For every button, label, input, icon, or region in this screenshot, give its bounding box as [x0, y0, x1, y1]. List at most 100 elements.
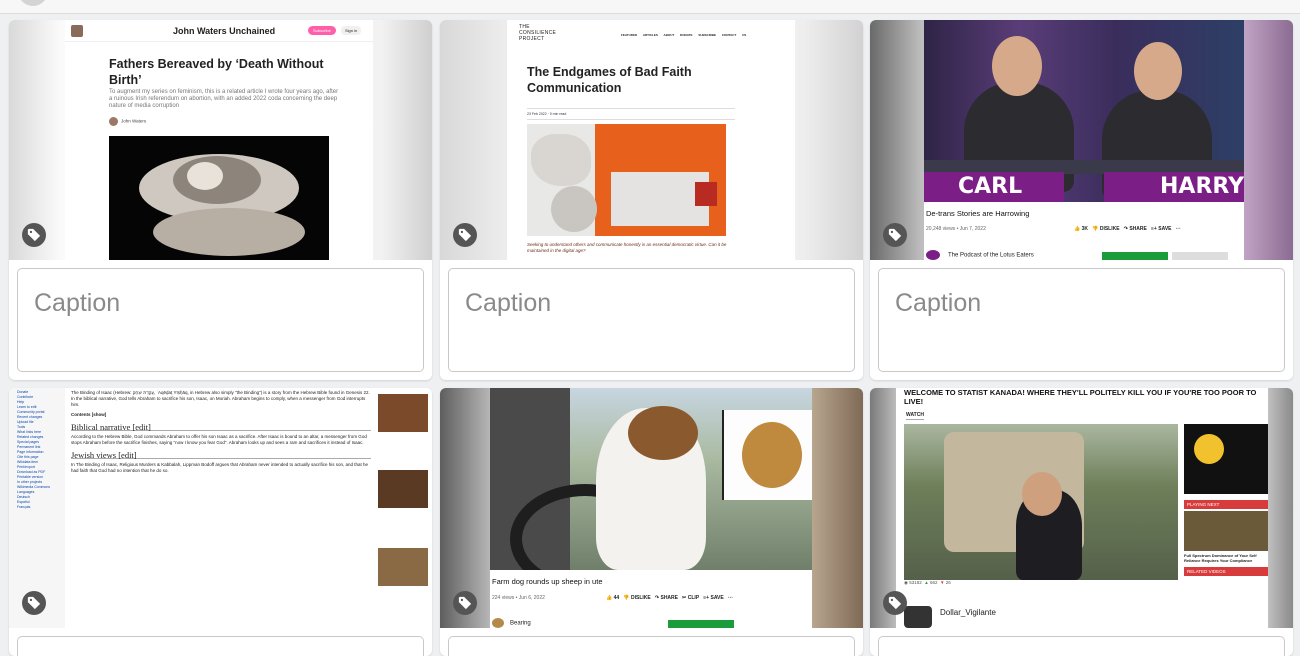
clip-icon: ✂ — [682, 595, 687, 601]
wiki-paragraph: According to the Hebrew Bible, God comma… — [71, 434, 367, 445]
channel-name: The Podcast of the Lotus Eaters — [926, 250, 1034, 260]
more-icon: ⋯ — [1175, 226, 1181, 232]
channel-avatar — [492, 618, 504, 628]
image-thumbnail[interactable]: CARL HARRY De-trans Stories are Harrowin… — [870, 20, 1293, 260]
watch-tab: WATCH — [906, 412, 924, 420]
bear-cartoon — [722, 410, 812, 500]
article-subtitle: To augment my series on feminism, this i… — [109, 89, 339, 109]
channel-ad — [1184, 424, 1268, 494]
video-player: CARL HARRY — [924, 20, 1244, 202]
tag-icon[interactable] — [22, 591, 46, 615]
host-nameplate-right: HARRY — [1104, 172, 1244, 202]
caption-field[interactable] — [878, 636, 1285, 656]
subscribed-button — [1172, 252, 1228, 260]
article-image — [109, 136, 329, 260]
caption-placeholder: Caption — [465, 289, 552, 317]
wiki-intro: The Binding of Isaac (Hebrew: עֲקֵדַת יִ… — [71, 390, 370, 407]
video-player — [490, 388, 812, 570]
channel-info: Dollar_Vigilante — [904, 602, 1178, 628]
image-thumbnail[interactable]: Donate Contribute Help Learn to edit Communi… — [9, 388, 432, 628]
dislike-icon: 👎 — [623, 595, 630, 601]
tag-icon[interactable] — [453, 591, 477, 615]
dollar-icon — [1194, 434, 1224, 464]
dislike-icon: 👎 — [1092, 226, 1099, 232]
caption-field[interactable] — [448, 636, 855, 656]
caption-field[interactable]: Caption — [448, 268, 855, 372]
arrow-icon — [695, 182, 717, 206]
save-icon: ≡+ — [1151, 226, 1157, 232]
channel-name: Bearing — [492, 618, 531, 628]
like-icon: 👍 — [606, 595, 613, 601]
like-icon: 👍 — [1074, 226, 1081, 232]
subscribe-button — [668, 620, 734, 628]
hands-image — [139, 154, 305, 256]
host-nameplate-left: CARL — [924, 172, 1064, 202]
upvote-icon: ▲ — [924, 580, 929, 585]
screenshot-youtube: Farm dog rounds up sheep in ute 224 view… — [490, 388, 812, 628]
share-icon: ↷ — [654, 595, 660, 601]
article-author: John Waters — [109, 117, 146, 126]
image-thumbnail[interactable]: THE CONSILIENCE PROJECT FEATURED ARTICLES … — [440, 20, 863, 260]
screenshot-youtube: CARL HARRY De-trans Stories are Harrowin… — [924, 20, 1244, 260]
wiki-painting — [378, 394, 428, 432]
site-nav: FEATURED ARTICLES ABOUT DONATE SUBSCRIBE… — [621, 33, 747, 37]
screenshot-consilience: THE CONSILIENCE PROJECT FEATURED ARTICLES … — [507, 20, 795, 260]
channel-avatar — [926, 250, 940, 260]
author-avatar — [109, 117, 118, 126]
wiki-painting — [378, 470, 428, 508]
image-thumbnail[interactable]: WELCOME TO STATIST KANADA! WHERE THEY'LL… — [870, 388, 1293, 628]
tag-icon[interactable] — [883, 591, 907, 615]
wiki-painting — [378, 548, 428, 586]
image-card[interactable]: Farm dog rounds up sheep in ute 224 view… — [440, 388, 863, 656]
wiki-article: The Binding of Isaac (Hebrew: עֲקֵדַת יִ… — [71, 390, 371, 474]
subscribe-button: Subscribe — [308, 26, 336, 35]
article-meta: 23 Feb 2022 · 9 min read — [527, 108, 735, 120]
site-logo: THE CONSILIENCE PROJECT — [519, 24, 557, 42]
next-video-thumbnail — [1184, 511, 1268, 551]
caption-field[interactable] — [17, 636, 424, 656]
image-card[interactable]: John Waters Unchained Subscribe Sign in … — [9, 20, 432, 380]
image-card[interactable]: WELCOME TO STATIST KANADA! WHERE THEY'LL… — [870, 388, 1293, 656]
video-meta: 224 views • Jun 6, 2022 — [492, 595, 545, 601]
related-videos-label: RELATED VIDEOS — [1184, 567, 1268, 576]
avatar[interactable] — [18, 0, 48, 6]
wiki-heading: Jewish views [edit] — [71, 451, 371, 459]
article-title: Fathers Bereaved by ‘Death Without Birth… — [109, 57, 324, 87]
site-name: John Waters Unchained — [173, 26, 276, 36]
caption-field[interactable]: Caption — [878, 268, 1285, 372]
tag-icon[interactable] — [453, 223, 477, 247]
playing-next-label: PLAYING NEXT — [1184, 500, 1268, 509]
wiki-heading: Biblical narrative [edit] — [71, 423, 371, 431]
video-meta: 20,248 views • Jun 7, 2022 — [926, 226, 986, 232]
screenshot-substack: John Waters Unchained Subscribe Sign in … — [65, 20, 373, 260]
article-quote: Seeking to understand others and communi… — [527, 242, 727, 253]
downvote-icon: ▼ — [940, 580, 945, 585]
tag-icon[interactable] — [22, 223, 46, 247]
image-card[interactable]: THE CONSILIENCE PROJECT FEATURED ARTICLES … — [440, 20, 863, 380]
more-icon: ⋯ — [727, 595, 733, 601]
image-card[interactable]: Donate Contribute Help Learn to edit Communi… — [9, 388, 432, 656]
site-logo — [71, 25, 83, 37]
video-player — [904, 424, 1178, 580]
tag-icon[interactable] — [883, 223, 907, 247]
article-title: The Endgames of Bad Faith Communication — [527, 65, 692, 95]
caption-field[interactable]: Caption — [17, 268, 424, 372]
sidebar: PLAYING NEXT Full Spectrum Dominance of … — [1184, 424, 1268, 576]
save-icon: ≡+ — [703, 595, 710, 601]
video-title: De-trans Stories are Harrowing — [926, 209, 1030, 218]
screenshot-rumble: WELCOME TO STATIST KANADA! WHERE THEY'LL… — [896, 388, 1268, 628]
image-card[interactable]: CARL HARRY De-trans Stories are Harrowin… — [870, 20, 1293, 380]
screenshot-wikipedia: Donate Contribute Help Learn to edit Communi… — [9, 388, 432, 628]
caption-placeholder: Caption — [34, 289, 121, 317]
caption-placeholder: Caption — [895, 289, 982, 317]
video-stats: ◉ 53182 ▲ 662 ▼ 26 — [904, 580, 951, 585]
image-thumbnail[interactable]: Farm dog rounds up sheep in ute 224 view… — [440, 388, 863, 628]
video-title: Farm dog rounds up sheep in ute — [492, 577, 603, 586]
signin-button: Sign in — [341, 26, 362, 35]
wiki-sidebar-link: Français — [17, 505, 31, 509]
views-icon: ◉ — [904, 580, 908, 585]
image-thumbnail[interactable]: John Waters Unchained Subscribe Sign in … — [9, 20, 432, 260]
share-icon: ↷ — [1123, 226, 1128, 232]
subscribe-button — [1102, 252, 1168, 260]
next-video-title: Full Spectrum Dominance of Your Self Rel… — [1184, 553, 1257, 563]
